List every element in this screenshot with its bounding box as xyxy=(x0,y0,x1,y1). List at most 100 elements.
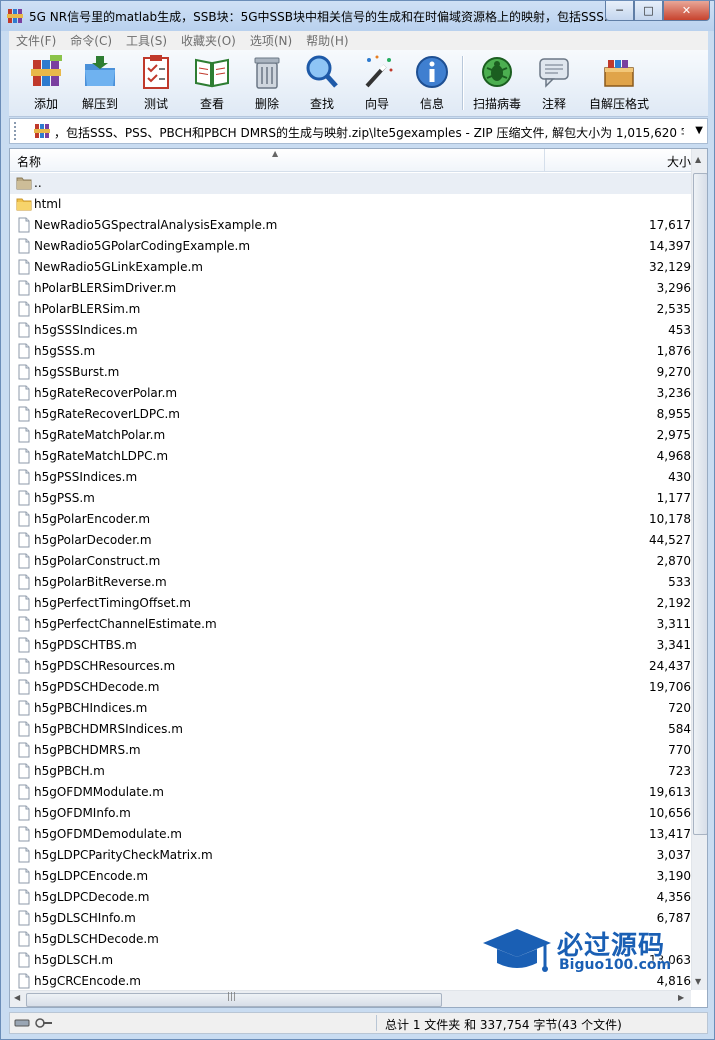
add-button[interactable]: 添加 xyxy=(21,54,71,112)
file-row[interactable]: NewRadio5GPolarCodingExample.m 14,397 xyxy=(10,236,691,257)
file-row[interactable]: h5gSSS.m 1,876 xyxy=(10,341,691,362)
file-size: 3,037 xyxy=(656,848,691,862)
file-icon xyxy=(16,511,32,527)
file-row[interactable]: h5gPolarDecoder.m 44,527 xyxy=(10,530,691,551)
file-row[interactable]: h5gPDSCHTBS.m 3,341 xyxy=(10,635,691,656)
column-size-header[interactable]: 大小 xyxy=(545,149,691,171)
parent-folder-row[interactable]: .. xyxy=(10,173,691,194)
chevron-down-icon[interactable]: ▼ xyxy=(695,125,703,136)
file-row[interactable]: h5gOFDMModulate.m 19,613 xyxy=(10,782,691,803)
sfx-label: 自解压格式 xyxy=(588,97,649,111)
file-row[interactable]: h5gLDPCDecode.m 4,356 xyxy=(10,887,691,908)
file-row[interactable]: h5gPBCHIndices.m 720 xyxy=(10,698,691,719)
file-size: 720 xyxy=(668,701,691,715)
file-row[interactable]: h5gLDPCEncode.m 3,190 xyxy=(10,866,691,887)
column-name-header[interactable]: 名称 ▲ xyxy=(10,149,545,171)
file-icon xyxy=(16,637,32,653)
status-icons xyxy=(14,1018,52,1028)
file-row[interactable]: h5gOFDMInfo.m 10,656 xyxy=(10,803,691,824)
vertical-scrollbar[interactable]: ▲ ▼ xyxy=(691,149,707,990)
folder-row[interactable]: html xyxy=(10,194,691,215)
menu-options[interactable]: 选项(N) xyxy=(243,32,299,49)
scroll-left-icon[interactable]: ◀ xyxy=(14,993,20,1002)
file-row[interactable]: h5gSSSIndices.m 453 xyxy=(10,320,691,341)
comment-button[interactable]: 注释 xyxy=(529,54,579,112)
file-row[interactable]: h5gPolarConstruct.m 2,870 xyxy=(10,551,691,572)
delete-button[interactable]: 删除 xyxy=(242,54,292,112)
close-button[interactable]: ✕ xyxy=(663,1,710,21)
menu-help[interactable]: 帮助(H) xyxy=(299,32,355,49)
file-row[interactable]: h5gPDSCHResources.m 24,437 xyxy=(10,656,691,677)
menu-commands[interactable]: 命令(C) xyxy=(63,32,119,49)
comment-label: 注释 xyxy=(541,97,566,111)
file-icon xyxy=(16,910,32,926)
file-row[interactable]: h5gPBCH.m 723 xyxy=(10,761,691,782)
window-title: 5G NR信号里的matlab生成，SSB块：5G中SSB块中相关信号的生成和在… xyxy=(29,10,609,24)
find-button[interactable]: 查找 xyxy=(297,54,347,112)
menu-tools[interactable]: 工具(S) xyxy=(119,32,174,49)
file-name: NewRadio5GPolarCodingExample.m xyxy=(34,239,251,253)
file-row[interactable]: h5gRateRecoverPolar.m 3,236 xyxy=(10,383,691,404)
file-size: 13,417 xyxy=(649,827,691,841)
file-row[interactable]: h5gPBCHDMRSIndices.m 584 xyxy=(10,719,691,740)
scroll-right-icon[interactable]: ▶ xyxy=(678,993,684,1002)
delete-label: 删除 xyxy=(254,97,279,111)
file-row[interactable]: h5gOFDMDemodulate.m 13,417 xyxy=(10,824,691,845)
file-row[interactable]: h5gPSS.m 1,177 xyxy=(10,488,691,509)
file-row[interactable]: h5gPolarBitReverse.m 533 xyxy=(10,572,691,593)
file-row[interactable]: h5gPerfectTimingOffset.m 2,192 xyxy=(10,593,691,614)
file-row[interactable]: hPolarBLERSim.m 2,535 xyxy=(10,299,691,320)
horizontal-scroll-thumb[interactable]: ||| xyxy=(26,992,442,1007)
menu-file[interactable]: 文件(F) xyxy=(9,32,63,49)
add-button-label: 添加 xyxy=(33,97,58,111)
watermark-url: Biguo100.com xyxy=(559,957,672,973)
file-row[interactable]: h5gPolarEncoder.m 10,178 xyxy=(10,509,691,530)
file-row[interactable]: h5gRateMatchLDPC.m 4,968 xyxy=(10,446,691,467)
test-button[interactable]: 测试 xyxy=(131,54,181,112)
file-row[interactable]: h5gRateRecoverLDPC.m 8,955 xyxy=(10,404,691,425)
scroll-up-icon[interactable]: ▲ xyxy=(695,155,701,164)
vertical-scroll-thumb[interactable] xyxy=(693,173,707,835)
info-button[interactable]: 信息 xyxy=(407,54,457,112)
wizard-icon xyxy=(365,55,393,88)
file-size: 8,955 xyxy=(656,407,691,421)
file-size: 770 xyxy=(668,743,691,757)
toolbar-separator xyxy=(462,56,464,110)
minimize-button[interactable]: ─ xyxy=(605,1,634,21)
horizontal-scrollbar[interactable]: ◀ ||| ▶ xyxy=(10,990,691,1007)
file-name: h5gOFDMDemodulate.m xyxy=(34,827,182,841)
file-row[interactable]: h5gSSBurst.m 9,270 xyxy=(10,362,691,383)
watermark: 必过源码 Biguo100.com xyxy=(479,921,689,981)
menu-favorites[interactable]: 收藏夹(O) xyxy=(174,32,243,49)
file-icon xyxy=(16,406,32,422)
grip-icon: ||| xyxy=(227,992,237,1002)
file-icon xyxy=(16,301,32,317)
address-bar[interactable]: ，包括SSS、PSS、PBCH和PBCH DMRS的生成与映射.zip\lte5… xyxy=(9,118,708,144)
file-size: 1,876 xyxy=(656,344,691,358)
file-icon xyxy=(16,700,32,716)
file-row[interactable]: h5gPDSCHDecode.m 19,706 xyxy=(10,677,691,698)
winrar-app-icon[interactable] xyxy=(7,8,23,24)
file-icon xyxy=(16,868,32,884)
extract-to-button[interactable]: 解压到 xyxy=(75,54,125,112)
file-row[interactable]: h5gRateMatchPolar.m 2,975 xyxy=(10,425,691,446)
add-archive-icon xyxy=(31,55,62,86)
file-name: h5gSSS.m xyxy=(34,344,96,358)
view-button[interactable]: 查看 xyxy=(187,54,237,112)
maximize-button[interactable]: □ xyxy=(634,1,663,21)
wizard-button[interactable]: 向导 xyxy=(352,54,402,112)
file-row[interactable]: h5gPSSIndices.m 430 xyxy=(10,467,691,488)
virus-scan-button[interactable]: 扫描病毒 xyxy=(471,54,523,112)
file-size: 723 xyxy=(668,764,691,778)
file-row[interactable]: NewRadio5GLinkExample.m 32,129 xyxy=(10,257,691,278)
test-icon xyxy=(143,55,169,89)
file-row[interactable]: hPolarBLERSimDriver.m 3,296 xyxy=(10,278,691,299)
file-row[interactable]: h5gPerfectChannelEstimate.m 3,311 xyxy=(10,614,691,635)
file-row[interactable]: h5gLDPCParityCheckMatrix.m 3,037 xyxy=(10,845,691,866)
scroll-down-icon[interactable]: ▼ xyxy=(695,977,701,986)
sfx-button[interactable]: 自解压格式 xyxy=(587,54,651,112)
file-name: h5gRateRecoverPolar.m xyxy=(34,386,178,400)
file-row[interactable]: h5gPBCHDMRS.m 770 xyxy=(10,740,691,761)
file-row[interactable]: NewRadio5GSpectralAnalysisExample.m 17,61… xyxy=(10,215,691,236)
column-header: 名称 ▲ 大小 xyxy=(10,149,707,172)
